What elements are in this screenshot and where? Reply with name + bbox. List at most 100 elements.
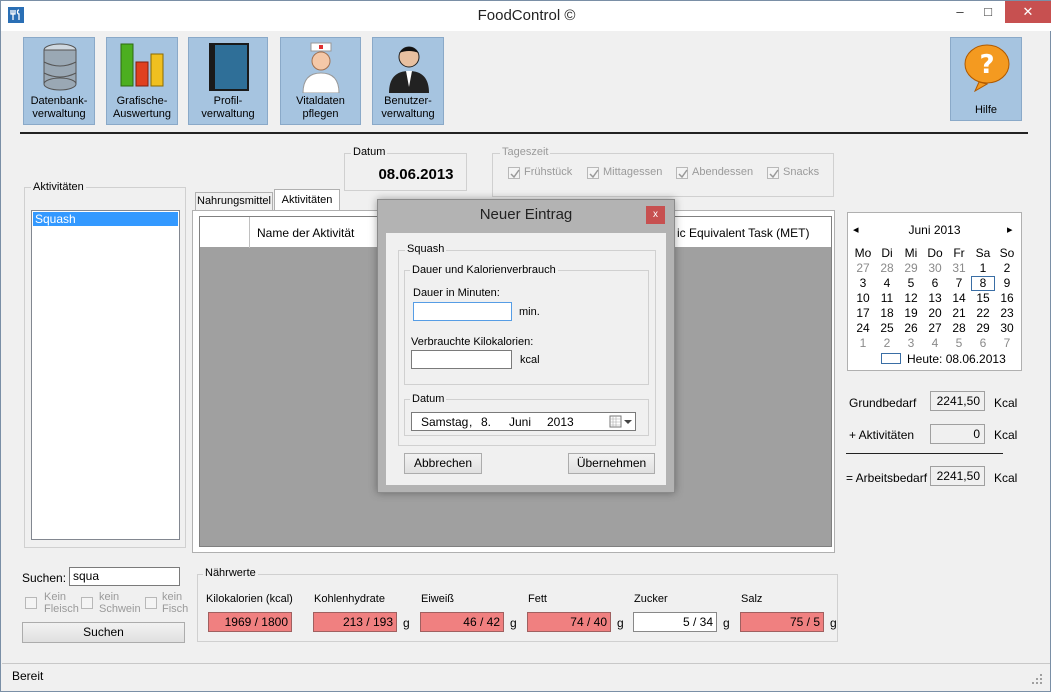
benutzer-button[interactable]: Benutzer-verwaltung (372, 37, 444, 125)
checkbox-label: kein Schwein (99, 591, 141, 615)
calendar-day[interactable]: 17 (851, 306, 875, 321)
vitaldaten-button[interactable]: Vitaldaten pflegen (280, 37, 361, 125)
today-marker-icon (881, 353, 901, 364)
tageszeit-fruehstueck[interactable]: Frühstück (508, 166, 588, 182)
filter-kein-fisch[interactable]: kein Fisch (145, 591, 189, 617)
calendar-day[interactable]: 6 (923, 276, 947, 291)
calendar-day[interactable]: 11 (875, 291, 899, 306)
naehrwert-label: Fett (528, 593, 547, 605)
calendar-day[interactable]: 10 (851, 291, 875, 306)
close-button[interactable]: ✕ (1005, 1, 1051, 23)
tageszeit-abendessen[interactable]: Abendessen (676, 166, 756, 182)
calendar-day[interactable]: 3 (851, 276, 875, 291)
calendar-next-icon[interactable]: ▸ (1007, 223, 1013, 236)
bar-chart-icon (120, 43, 164, 87)
calendar-day[interactable]: 2 (875, 336, 899, 351)
calendar-weekday: Fr (953, 246, 965, 260)
calendar-day[interactable]: 4 (875, 276, 899, 291)
calendar-day[interactable]: 13 (923, 291, 947, 306)
calendar-day[interactable]: 8 (971, 276, 995, 291)
maximize-button[interactable]: □ (975, 1, 1001, 23)
filter-kein-fleisch[interactable]: Kein Fleisch (25, 591, 81, 617)
resize-grip-icon[interactable] (1031, 673, 1043, 685)
calendar-day[interactable]: 23 (995, 306, 1019, 321)
search-input[interactable]: squa (69, 567, 180, 586)
calendar-day[interactable]: 6 (971, 336, 995, 351)
calendar-day[interactable]: 21 (947, 306, 971, 321)
dialog-title: Neuer Eintrag (479, 206, 573, 223)
grid-row-header (200, 217, 250, 248)
calendar-days: Mo Di Mi Do Fr Sa So 27 28 29 30 31 1 2 3 4 5 6 7 8 9 10 11 12 1… (851, 246, 1019, 356)
dialog-close-button[interactable]: x (646, 206, 665, 224)
calendar-day[interactable]: 22 (971, 306, 995, 321)
calendar-day[interactable]: 30 (995, 321, 1019, 336)
calendar-day[interactable]: 19 (899, 306, 923, 321)
calendar-day[interactable]: 27 (923, 321, 947, 336)
calendar-day[interactable]: 25 (875, 321, 899, 336)
tab-aktivitaeten[interactable]: Aktivitäten (274, 189, 340, 211)
calendar-day[interactable]: 7 (995, 336, 1019, 351)
calendar-day[interactable]: 1 (851, 336, 875, 351)
calendar-day[interactable]: 2 (995, 261, 1019, 276)
database-icon (43, 43, 77, 91)
grafische-button[interactable]: Grafische- Auswertung (106, 37, 178, 125)
calendar-day[interactable]: 14 (947, 291, 971, 306)
naehrwert-label: Kohlenhydrate (314, 593, 385, 605)
calendar-day[interactable]: 16 (995, 291, 1019, 306)
calendar-day[interactable]: 29 (899, 261, 923, 276)
calendar-day[interactable]: 15 (971, 291, 995, 306)
calendar-day[interactable]: 29 (971, 321, 995, 336)
calendar-day[interactable]: 31 (947, 261, 971, 276)
calendar-day[interactable]: 24 (851, 321, 875, 336)
calendar-dropdown-icon[interactable] (609, 414, 633, 429)
grundbedarf-unit: Kcal (994, 396, 1018, 410)
tageszeit-snacks[interactable]: Snacks (767, 166, 827, 182)
calendar-day[interactable]: 27 (851, 261, 875, 276)
calendar-day[interactable]: 30 (923, 261, 947, 276)
profil-button[interactable]: Profil-verwaltung (188, 37, 268, 125)
tab-nahrungsmittel[interactable]: Nahrungsmittel (195, 192, 273, 210)
help-icon: ? (964, 44, 1010, 92)
abbrechen-button[interactable]: Abbrechen (404, 453, 482, 474)
calendar-day[interactable]: 28 (947, 321, 971, 336)
filter-kein-schwein[interactable]: kein Schwein (81, 591, 143, 617)
checkbox-unchecked (81, 597, 93, 609)
calendar-day[interactable]: 12 (899, 291, 923, 306)
list-item-selected[interactable]: Squash (33, 212, 178, 226)
calendar-day[interactable]: 1 (971, 261, 995, 276)
aktivitaeten-value: 0 (930, 424, 985, 444)
user-icon (389, 46, 429, 93)
naehrwert-value: 213 / 193 (313, 612, 397, 632)
calendar-day[interactable]: 3 (899, 336, 923, 351)
aktivitaeten-list[interactable]: Squash (31, 210, 180, 540)
calendar-today-label[interactable]: Heute: 08.06.2013 (907, 352, 1006, 366)
minimize-button[interactable]: – (947, 1, 973, 23)
dauer-input[interactable] (413, 302, 512, 321)
search-button[interactable]: Suchen (22, 622, 185, 643)
calendar-day[interactable]: 20 (923, 306, 947, 321)
grid-column-header[interactable]: Name der Aktivität (257, 226, 354, 240)
kcal-input[interactable] (411, 350, 512, 369)
arbeitsbedarf-label: = Arbeitsbedarf (846, 471, 928, 485)
calendar-day[interactable]: 7 (947, 276, 971, 291)
datenbank-button[interactable]: Datenbank-verwaltung (23, 37, 95, 125)
naehrwert-value: 75 / 5 (740, 612, 824, 632)
tageszeit-mittagessen[interactable]: Mittagessen (587, 166, 667, 182)
calendar-month-label[interactable]: Juni 2013 (847, 223, 1022, 237)
help-label: Hilfe (974, 104, 997, 116)
calendar-day[interactable]: 18 (875, 306, 899, 321)
calendar-day[interactable]: 5 (947, 336, 971, 351)
grid-column-header[interactable]: ic Equivalent Task (MET) (677, 226, 810, 240)
tageszeit-group-title: Tageszeit (500, 146, 551, 158)
checkbox-label: Snacks (783, 166, 820, 178)
calendar-day[interactable]: 5 (899, 276, 923, 291)
calendar-day[interactable]: 4 (923, 336, 947, 351)
title-bar: FoodControl © – □ ✕ (1, 1, 1051, 31)
uebernehmen-button[interactable]: Übernehmen (568, 453, 655, 474)
calendar-day[interactable]: 28 (875, 261, 899, 276)
naehrwerte-row: Kilokalorien (kcal) 1969 / 1800 Kohlenhydr… (206, 593, 837, 637)
hilfe-button[interactable]: ? Hilfe (950, 37, 1022, 121)
kcal-unit: kcal (520, 354, 540, 366)
calendar-day[interactable]: 26 (899, 321, 923, 336)
calendar-day[interactable]: 9 (995, 276, 1019, 291)
